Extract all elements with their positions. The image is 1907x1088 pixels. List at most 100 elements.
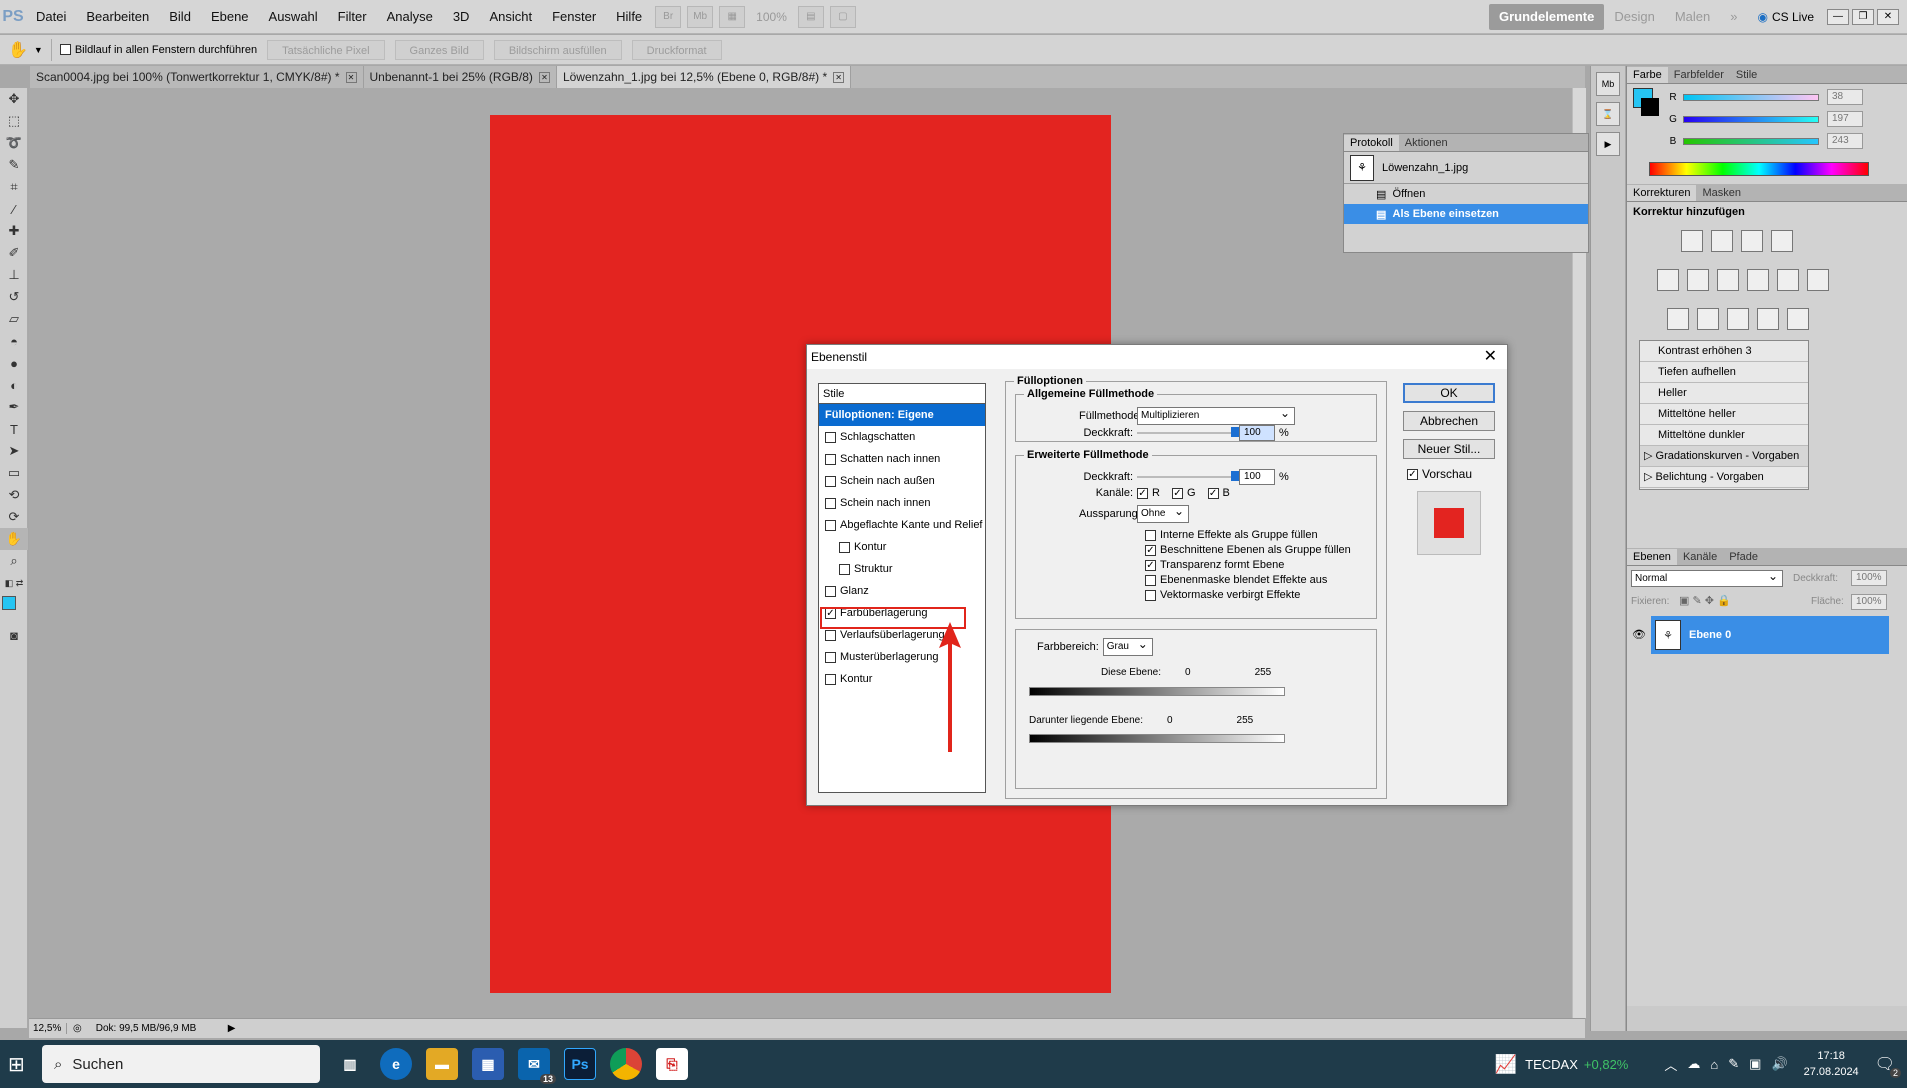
advanced-opacity-slider[interactable] (1137, 471, 1239, 481)
cancel-button[interactable]: Abbrechen (1403, 411, 1495, 431)
blur-tool-icon[interactable]: ● (0, 352, 28, 374)
minimize-window-button[interactable]: — (1827, 8, 1849, 25)
vector-mask-hides-effects-checkbox[interactable] (1145, 589, 1156, 601)
style-checkbox[interactable] (839, 563, 850, 575)
tab-pfade[interactable]: Pfade (1723, 549, 1764, 565)
clone-stamp-tool-icon[interactable]: ⊥ (0, 264, 28, 286)
default-colors-icon[interactable]: ◧ ⇄ (0, 572, 28, 594)
history-brush-tool-icon[interactable]: ↺ (0, 286, 28, 308)
slider-thumb[interactable] (1231, 427, 1239, 437)
photo-filter-icon[interactable] (1777, 269, 1799, 291)
actual-pixels-button[interactable]: Tatsächliche Pixel (267, 39, 385, 60)
photoshop-taskbar-icon[interactable]: Ps (564, 1048, 596, 1080)
blend-mode-select[interactable]: Multiplizieren (1137, 405, 1295, 425)
style-checkbox[interactable] (825, 497, 836, 509)
g-slider[interactable] (1683, 115, 1819, 123)
workspace-malen[interactable]: Malen (1665, 4, 1720, 30)
windows-start-icon[interactable]: ⊞ (8, 1052, 25, 1077)
b-value[interactable]: 243 (1827, 133, 1863, 149)
b-slider[interactable] (1683, 137, 1819, 145)
bridge-button[interactable]: Br (655, 5, 682, 28)
new-style-button[interactable]: Neuer Stil... (1403, 439, 1495, 459)
channel-mixer-icon[interactable] (1807, 269, 1829, 291)
exposure-icon[interactable] (1771, 230, 1793, 252)
black-white-icon[interactable] (1747, 269, 1769, 291)
vibrance-icon[interactable] (1657, 269, 1679, 291)
hand-tool-icon[interactable]: ✋ (0, 528, 28, 550)
menu-bearbeiten[interactable]: Bearbeiten (76, 0, 159, 34)
actions-panel-icon[interactable]: ▶ (1596, 132, 1620, 156)
list-item[interactable]: Heller (1640, 383, 1808, 404)
tab-masken[interactable]: Masken (1696, 185, 1747, 201)
style-checkbox[interactable] (825, 431, 836, 443)
adjustment-presets-list[interactable]: Kontrast erhöhen 3 Tiefen aufhellen Hell… (1639, 340, 1809, 490)
status-menu-icon[interactable]: ◎ (73, 1023, 82, 1034)
preview-option[interactable]: ✓ Vorschau (1407, 467, 1472, 481)
3d-rotate-tool-icon[interactable]: ⟲ (0, 484, 28, 506)
zoom-tool-icon[interactable]: ⌕ (0, 550, 28, 572)
style-checkbox[interactable] (825, 475, 836, 487)
print-size-button[interactable]: Druckformat (631, 39, 722, 60)
scroll-all-windows-checkbox[interactable] (59, 44, 71, 55)
tab-farbe[interactable]: Farbe (1627, 67, 1668, 83)
move-tool-icon[interactable]: ✥ (0, 88, 28, 110)
menu-bild[interactable]: Bild (159, 0, 201, 34)
zoom-field[interactable]: 12,5% (29, 1023, 67, 1034)
channel-b-checkbox[interactable]: ✓ (1207, 487, 1219, 499)
minibridge-panel-icon[interactable]: Mb (1596, 72, 1620, 96)
style-checkbox[interactable] (825, 651, 836, 663)
layer-opacity-field[interactable]: 100% (1851, 570, 1887, 586)
scroll-all-windows-option[interactable]: Bildlauf in allen Fenstern durchführen (59, 44, 257, 56)
menu-auswahl[interactable]: Auswahl (259, 0, 328, 34)
pen-tool-icon[interactable]: ✒ (0, 396, 28, 418)
tab-aktionen[interactable]: Aktionen (1399, 135, 1454, 151)
menu-datei[interactable]: Datei (26, 0, 76, 34)
blend-clipped-layers-checkbox[interactable]: ✓ (1145, 544, 1156, 556)
lock-icons[interactable]: ▣ ✎ ✥ 🔒 (1679, 594, 1731, 607)
style-checkbox[interactable] (825, 673, 836, 685)
r-slider[interactable] (1683, 93, 1819, 101)
close-tab-icon[interactable]: ✕ (538, 71, 550, 83)
dodge-tool-icon[interactable]: ◐ (0, 374, 28, 396)
style-checkbox[interactable] (825, 453, 836, 465)
tab-korrekturen[interactable]: Korrekturen (1627, 185, 1697, 201)
layer-row-ebene-0[interactable]: 👁 ⚘ Ebene 0 (1627, 616, 1889, 654)
acrobat-icon[interactable]: ⎘ (656, 1048, 688, 1080)
expand-triangle-icon[interactable]: ▷ (1644, 450, 1652, 462)
channel-g-checkbox[interactable]: ✓ (1171, 487, 1183, 499)
curves-icon[interactable] (1741, 230, 1763, 252)
type-tool-icon[interactable]: T (0, 418, 28, 440)
foreground-color-swatch[interactable] (2, 596, 16, 610)
hue-saturation-icon[interactable] (1687, 269, 1709, 291)
underlying-layer-range-slider[interactable] (1029, 734, 1285, 743)
eraser-tool-icon[interactable]: ▱ (0, 308, 28, 330)
threshold-icon[interactable] (1727, 308, 1749, 330)
status-arrow-icon[interactable]: ▶ (228, 1023, 236, 1034)
style-blending-options[interactable]: Fülloptionen: Eigene (819, 404, 985, 426)
store-icon[interactable]: ▦ (472, 1048, 504, 1080)
r-value[interactable]: 38 (1827, 89, 1863, 105)
history-item[interactable]: ▤ Öffnen (1344, 184, 1588, 204)
clock[interactable]: 17:18 27.08.2024 (1804, 1048, 1859, 1080)
ok-button[interactable]: OK (1403, 383, 1495, 403)
style-contour[interactable]: Kontur (819, 536, 985, 558)
fill-screen-button[interactable]: Bildschirm ausfüllen (493, 39, 622, 60)
marquee-tool-icon[interactable]: ⬚ (0, 110, 28, 132)
healing-brush-tool-icon[interactable]: ✚ (0, 220, 28, 242)
invert-icon[interactable] (1667, 308, 1689, 330)
layer-blend-mode-select[interactable]: Normal (1631, 568, 1783, 587)
eye-icon[interactable]: 👁 (1627, 616, 1651, 654)
mail-icon[interactable]: ✉ 13 (518, 1048, 556, 1084)
workspace-grundelemente[interactable]: Grundelemente (1489, 3, 1605, 30)
style-texture[interactable]: Struktur (819, 558, 985, 580)
brightness-icon[interactable] (1681, 230, 1703, 252)
list-item[interactable]: Tiefen aufhellen (1640, 362, 1808, 383)
crop-tool-icon[interactable]: ⌗ (0, 176, 28, 198)
network-icon[interactable]: ⌂ (1710, 1057, 1718, 1072)
meet-icon[interactable]: ▣ (1749, 1056, 1761, 1072)
task-view-icon[interactable]: ▥ (334, 1048, 366, 1080)
chrome-icon[interactable] (610, 1048, 642, 1080)
background-color-swatch[interactable] (1641, 98, 1659, 116)
general-opacity-slider[interactable] (1137, 427, 1239, 437)
color-spectrum[interactable] (1649, 162, 1869, 176)
